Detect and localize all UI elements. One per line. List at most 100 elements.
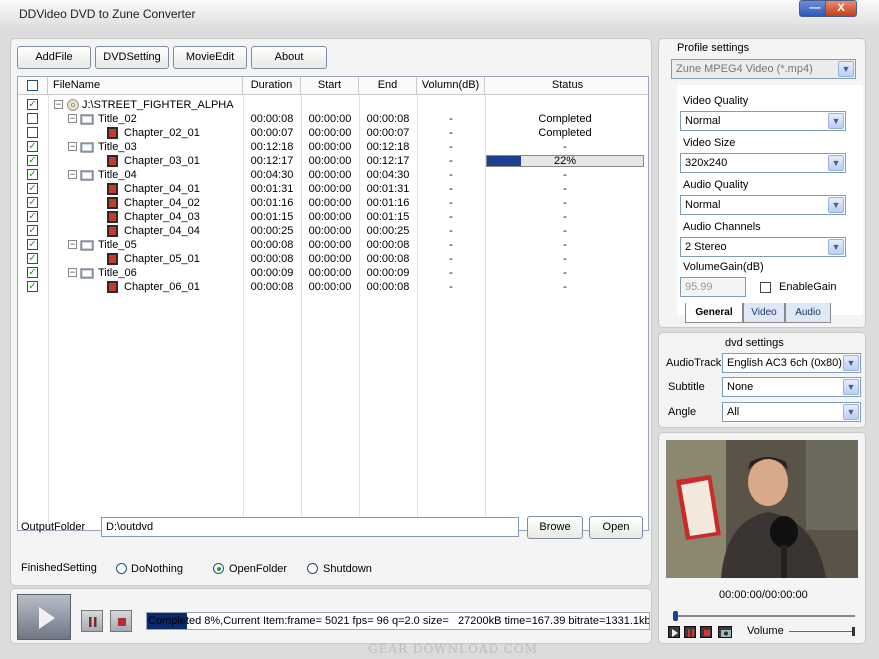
chevron-down-icon[interactable]: ▼ — [843, 404, 859, 420]
table-header: FileName Duration Start End Volumn(dB) S… — [18, 77, 648, 95]
video-quality-select[interactable]: Normal ▼ — [680, 111, 846, 131]
video-frame-image — [666, 440, 858, 578]
row-checkbox[interactable]: ✓ — [27, 183, 38, 194]
chevron-down-icon[interactable]: ▼ — [843, 379, 859, 395]
expand-toggle[interactable]: − — [68, 114, 77, 123]
output-folder-input[interactable]: D:\outdvd — [101, 517, 519, 537]
table-row[interactable]: ✓ − Title_04 00:04:30 00:00:00 00:04:30 - - — [18, 168, 648, 182]
file-table[interactable]: FileName Duration Start End Volumn(dB) S… — [17, 76, 649, 531]
row-checkbox[interactable]: ✓ — [27, 99, 38, 110]
col-end[interactable]: End — [359, 77, 417, 95]
close-button[interactable]: X — [825, 0, 857, 17]
table-row[interactable]: ✓ Chapter_04_02 00:01:16 00:00:00 00:01:16 - - — [18, 196, 648, 210]
browse-button[interactable]: Browe — [527, 516, 583, 539]
open-button[interactable]: Open — [589, 516, 643, 539]
expand-toggle[interactable]: − — [54, 100, 63, 109]
audio-channels-select[interactable]: 2 Stereo ▼ — [680, 237, 846, 257]
subtitle-select[interactable]: None ▼ — [722, 377, 861, 397]
table-row[interactable]: − Title_02 00:00:08 00:00:00 00:00:08 - Comple… — [18, 112, 648, 126]
openfolder-radio[interactable] — [213, 563, 224, 574]
row-checkbox[interactable] — [27, 113, 38, 124]
col-duration[interactable]: Duration — [243, 77, 301, 95]
tab-audio[interactable]: Audio — [785, 303, 831, 323]
row-checkbox[interactable]: ✓ — [27, 169, 38, 180]
seek-handle[interactable] — [673, 611, 678, 621]
chevron-down-icon[interactable]: ▼ — [838, 61, 854, 77]
col-volume[interactable]: Volumn(dB) — [417, 77, 485, 95]
expand-toggle[interactable]: − — [68, 268, 77, 277]
movie-edit-button[interactable]: MovieEdit — [173, 46, 247, 69]
table-row[interactable]: ✓ Chapter_04_03 00:01:15 00:00:00 00:01:15 - - — [18, 210, 648, 224]
file-name: Chapter_04_04 — [124, 225, 200, 237]
openfolder-label: OpenFolder — [229, 563, 288, 575]
expand-toggle[interactable]: − — [68, 240, 77, 249]
table-row[interactable]: ✓ Chapter_04_01 00:01:31 00:00:00 00:01:31 - - — [18, 182, 648, 196]
table-row[interactable]: ✓ − J:\STREET_FIGHTER_ALPHA — [18, 98, 648, 112]
row-checkbox[interactable]: ✓ — [27, 239, 38, 250]
cell-volume: - — [449, 253, 453, 265]
table-row[interactable]: ✓ Chapter_05_01 00:00:08 00:00:00 00:00:08 - - — [18, 252, 648, 266]
col-status[interactable]: Status — [485, 77, 648, 95]
row-checkbox[interactable]: ✓ — [27, 267, 38, 278]
volume-slider[interactable] — [789, 627, 855, 636]
row-checkbox[interactable]: ✓ — [27, 211, 38, 222]
tab-general[interactable]: General — [685, 303, 743, 323]
player-play-button[interactable] — [668, 626, 680, 638]
select-all-checkbox[interactable] — [27, 80, 38, 91]
cell-end: 00:00:09 — [366, 267, 410, 279]
cell-start: 00:00:00 — [308, 127, 352, 139]
chevron-down-icon[interactable]: ▼ — [828, 197, 844, 213]
player-stop-button[interactable] — [700, 626, 712, 638]
enable-gain-checkbox[interactable] — [760, 282, 771, 293]
header-check-cell — [18, 77, 48, 95]
add-file-button[interactable]: AddFile — [17, 46, 91, 69]
row-checkbox[interactable]: ✓ — [27, 281, 38, 292]
seek-slider[interactable] — [673, 611, 855, 621]
chevron-down-icon[interactable]: ▼ — [828, 239, 844, 255]
cell-status: 22% — [553, 155, 577, 167]
stop-button[interactable] — [110, 610, 132, 632]
convert-button[interactable] — [17, 594, 71, 640]
cell-duration: 00:12:18 — [250, 141, 294, 153]
row-checkbox[interactable] — [27, 127, 38, 138]
player-pause-button[interactable] — [684, 626, 696, 638]
tab-video[interactable]: Video — [743, 303, 785, 323]
donothing-radio[interactable] — [116, 563, 127, 574]
row-checkbox[interactable]: ✓ — [27, 197, 38, 208]
table-row[interactable]: ✓ Chapter_04_04 00:00:25 00:00:00 00:00:25 - - — [18, 224, 648, 238]
row-checkbox[interactable]: ✓ — [27, 225, 38, 236]
profile-format-select[interactable]: Zune MPEG4 Video (*.mp4) ▼ — [671, 59, 856, 79]
shutdown-radio[interactable] — [307, 563, 318, 574]
table-row[interactable]: ✓ − Title_03 00:12:18 00:00:00 00:12:18 - - — [18, 140, 648, 154]
dvd-setting-button[interactable]: DVDSetting — [95, 46, 169, 69]
about-button[interactable]: About — [251, 46, 327, 69]
audiotrack-select[interactable]: English AC3 6ch (0x80) ▼ — [722, 353, 861, 373]
row-checkbox[interactable]: ✓ — [27, 155, 38, 166]
stop-icon — [118, 618, 126, 626]
chevron-down-icon[interactable]: ▼ — [828, 113, 844, 129]
chevron-down-icon[interactable]: ▼ — [828, 155, 844, 171]
snapshot-button[interactable] — [718, 626, 732, 638]
row-checkbox[interactable]: ✓ — [27, 253, 38, 264]
chevron-down-icon[interactable]: ▼ — [843, 355, 859, 371]
volume-handle[interactable] — [852, 627, 855, 636]
volume-gain-input[interactable]: 95.99 — [680, 277, 746, 297]
film-icon — [106, 127, 120, 139]
table-row[interactable]: ✓ Chapter_03_01 00:12:17 00:00:00 00:12:17 - 2… — [18, 154, 648, 168]
angle-select[interactable]: All ▼ — [722, 402, 861, 422]
cell-duration: 00:12:17 — [250, 155, 294, 167]
row-checkbox[interactable]: ✓ — [27, 141, 38, 152]
expand-toggle[interactable]: − — [68, 170, 77, 179]
audio-quality-select[interactable]: Normal ▼ — [680, 195, 846, 215]
table-row[interactable]: Chapter_02_01 00:00:07 00:00:00 00:00:07 - Co… — [18, 126, 648, 140]
col-start[interactable]: Start — [301, 77, 359, 95]
table-row[interactable]: ✓ − Title_06 00:00:09 00:00:00 00:00:09 - - — [18, 266, 648, 280]
expand-toggle[interactable]: − — [68, 142, 77, 151]
video-quality-label: Video Quality — [683, 95, 749, 107]
table-row[interactable]: ✓ − Title_05 00:00:08 00:00:00 00:00:08 - - — [18, 238, 648, 252]
film-icon — [106, 281, 120, 293]
col-filename[interactable]: FileName — [48, 77, 243, 95]
table-row[interactable]: ✓ Chapter_06_01 00:00:08 00:00:00 00:00:08 - - — [18, 280, 648, 294]
video-size-select[interactable]: 320x240 ▼ — [680, 153, 846, 173]
pause-button[interactable] — [81, 610, 103, 632]
